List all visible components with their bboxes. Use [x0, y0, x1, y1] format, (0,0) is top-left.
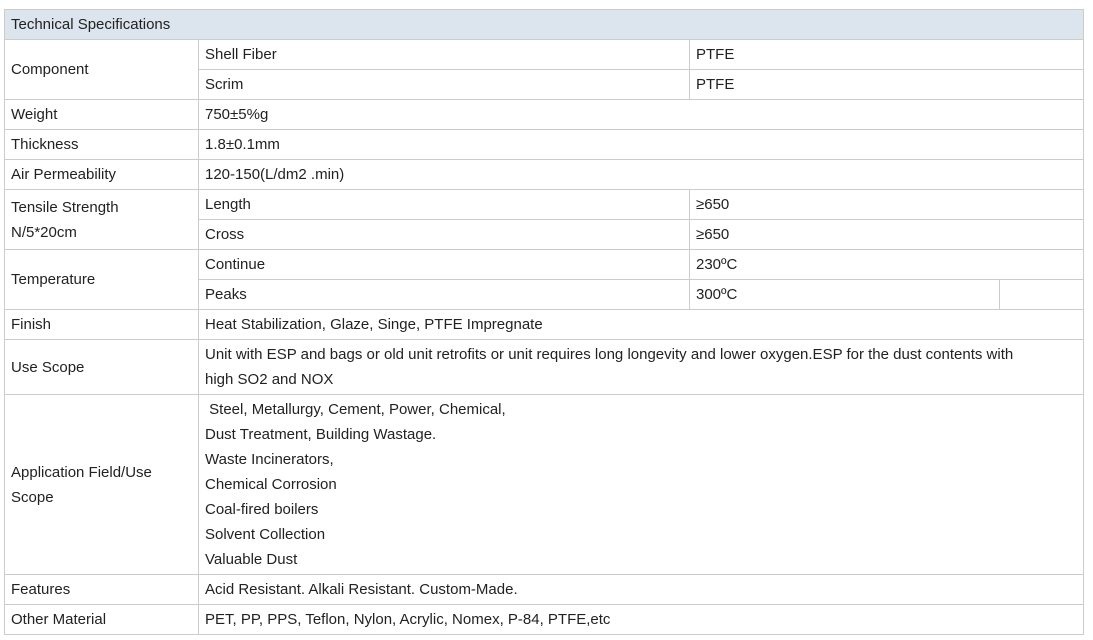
application-field-label: Application Field/Use Scope — [4, 394, 199, 575]
peaks-label: Peaks — [198, 279, 690, 310]
air-permeability-value: 120-150(L/dm2 .min) — [197, 159, 1085, 190]
empty-cell — [998, 279, 1085, 310]
length-label: Length — [198, 189, 690, 220]
tensile-strength-label: Tensile Strength N/5*20cm — [4, 189, 199, 250]
thickness-value: 1.8±0.1mm — [197, 129, 1085, 160]
use-scope-line: Unit with ESP and bags or old unit retro… — [205, 346, 1014, 363]
application-field-line: Chemical Corrosion — [205, 476, 337, 493]
application-field-label-line2: Scope — [11, 488, 54, 506]
temperature-label: Temperature — [4, 249, 199, 310]
other-material-value: PET, PP, PPS, Teflon, Nylon, Acrylic, No… — [197, 604, 1085, 635]
table-row: Component Shell Fiber PTFE — [4, 39, 1085, 100]
use-scope-label: Use Scope — [4, 339, 199, 395]
weight-value: 750±5%g — [197, 99, 1085, 130]
air-permeability-label: Air Permeability — [4, 159, 199, 190]
table-row: Finish Heat Stabilization, Glaze, Singe,… — [4, 309, 1085, 340]
peaks-value: 300ºC — [689, 279, 1000, 310]
weight-label: Weight — [4, 99, 199, 130]
table-row: Weight 750±5%g — [4, 99, 1085, 130]
table-row: Temperature Continue 230ºC — [4, 249, 1085, 310]
table-row: Tensile Strength N/5*20cm Length ≥650 — [4, 189, 1085, 250]
continue-value: 230ºC — [688, 249, 1085, 280]
tensile-strength-label-line1: Tensile Strength — [11, 198, 119, 216]
table-row: Application Field/Use Scope Steel, Metal… — [4, 394, 1085, 575]
scrim-label: Scrim — [198, 69, 690, 100]
application-field-value: Steel, Metallurgy, Cement, Power, Chemic… — [197, 394, 1085, 575]
table-row: Use Scope Unit with ESP and bags or old … — [4, 339, 1085, 395]
application-field-line: Dust Treatment, Building Wastage. — [205, 426, 437, 443]
cross-label: Cross — [198, 219, 690, 250]
application-field-line: Valuable Dust — [205, 551, 298, 568]
use-scope-value: Unit with ESP and bags or old unit retro… — [197, 339, 1085, 395]
table-row: Thickness 1.8±0.1mm — [4, 129, 1085, 160]
application-field-line: Coal-fired boilers — [205, 501, 319, 518]
table-title: Technical Specifications — [3, 9, 1085, 40]
application-field-line: Waste Incinerators, — [205, 451, 334, 468]
component-label: Component — [4, 39, 199, 100]
application-field-line: Solvent Collection — [205, 526, 326, 543]
use-scope-line: high SO2 and NOX — [205, 371, 334, 388]
application-field-line: Steel, Metallurgy, Cement, Power, Chemic… — [205, 401, 506, 418]
table-row: Features Acid Resistant. Alkali Resistan… — [4, 574, 1085, 605]
thickness-label: Thickness — [4, 129, 199, 160]
features-label: Features — [4, 574, 199, 605]
features-value: Acid Resistant. Alkali Resistant. Custom… — [197, 574, 1085, 605]
shell-fiber-value: PTFE — [688, 39, 1085, 70]
table-row: Other Material PET, PP, PPS, Teflon, Nyl… — [4, 604, 1085, 635]
scrim-value: PTFE — [688, 69, 1085, 100]
cross-value: ≥650 — [688, 219, 1085, 250]
finish-label: Finish — [4, 309, 199, 340]
tensile-strength-label-line2: N/5*20cm — [11, 223, 77, 241]
table-row: Air Permeability 120-150(L/dm2 .min) — [4, 159, 1085, 190]
table-header-row: Technical Specifications — [3, 9, 1085, 40]
technical-specifications-table: Technical Specifications Component Shell… — [3, 9, 1085, 635]
finish-value: Heat Stabilization, Glaze, Singe, PTFE I… — [197, 309, 1085, 340]
other-material-label: Other Material — [4, 604, 199, 635]
shell-fiber-label: Shell Fiber — [198, 39, 690, 70]
application-field-label-line1: Application Field/Use — [11, 463, 152, 481]
length-value: ≥650 — [688, 189, 1085, 220]
continue-label: Continue — [198, 249, 690, 280]
